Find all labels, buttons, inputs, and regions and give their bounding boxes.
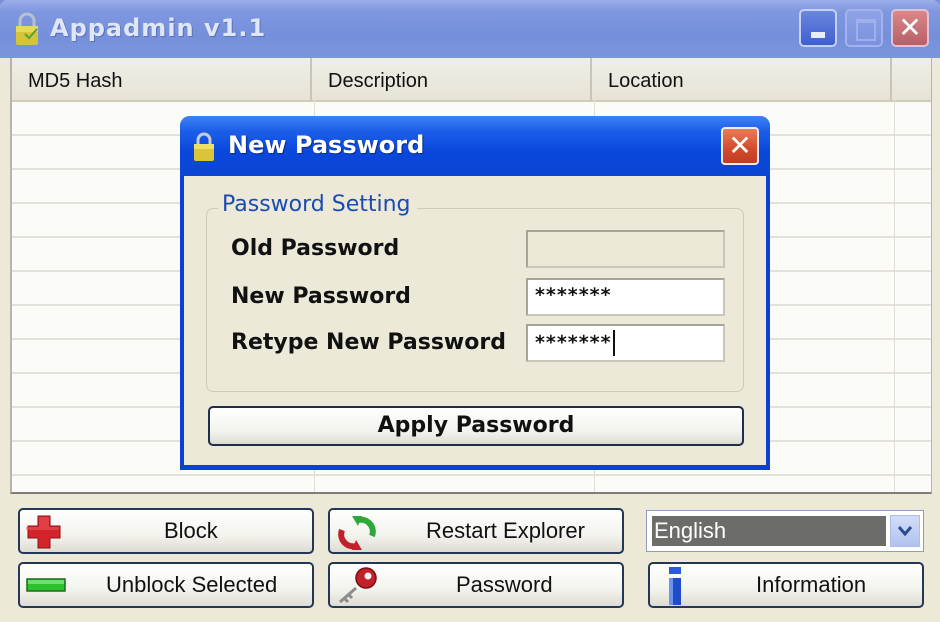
maximize-icon [856, 19, 876, 41]
password-button[interactable]: Password [328, 562, 624, 608]
close-icon: ✕ [898, 11, 922, 44]
language-selected-value: English [652, 516, 886, 546]
chevron-down-icon [897, 526, 913, 537]
password-setting-title: Password Setting [218, 192, 417, 217]
text-caret [612, 330, 615, 356]
dialog-title-bar[interactable]: New Password ✕ [180, 116, 770, 176]
restart-explorer-button[interactable]: Restart Explorer [328, 508, 624, 554]
block-label: Block [164, 518, 218, 543]
maximize-button[interactable] [845, 9, 883, 47]
new-password-label: New Password [231, 284, 411, 309]
key-icon [339, 567, 377, 604]
password-label: Password [456, 572, 553, 597]
title-bar[interactable]: Appadmin v1.1 ✕ [0, 0, 940, 58]
refresh-arrows-icon [338, 516, 376, 550]
list-header: MD5 Hash Description Location [12, 58, 931, 102]
language-dropdown-button[interactable] [890, 515, 920, 547]
minimize-button[interactable] [799, 9, 837, 47]
column-divider [894, 100, 895, 492]
red-plus-icon [26, 515, 61, 549]
column-header-md5-hash[interactable]: MD5 Hash [12, 58, 312, 100]
dialog-body: Password Setting Old Password New Passwo… [184, 176, 766, 465]
information-label: Information [756, 572, 867, 597]
restart-explorer-label: Restart Explorer [426, 518, 585, 543]
new-password-value: ******* [535, 284, 612, 306]
retype-password-value: ******* [535, 331, 612, 354]
information-button[interactable]: Information [648, 562, 924, 608]
language-select[interactable]: English [646, 510, 924, 552]
close-icon: ✕ [728, 129, 752, 162]
unblock-selected-label: Unblock Selected [106, 572, 278, 597]
apply-password-button[interactable]: Apply Password [208, 406, 744, 446]
retype-password-label: Retype New Password [231, 330, 506, 355]
window-title: Appadmin v1.1 [50, 14, 267, 42]
block-button[interactable]: Block [18, 508, 314, 554]
green-minus-icon [26, 578, 66, 592]
appadmin-window: Appadmin v1.1 ✕ MD5 Hash Description Loc… [0, 0, 940, 622]
dialog-close-button[interactable]: ✕ [721, 127, 759, 165]
lock-icon [16, 12, 38, 45]
lock-icon [194, 132, 214, 161]
old-password-field[interactable] [526, 230, 725, 268]
column-header-description[interactable]: Description [312, 58, 592, 100]
column-header-location[interactable]: Location [592, 58, 892, 100]
old-password-label: Old Password [231, 236, 400, 261]
unblock-selected-button[interactable]: Unblock Selected [18, 562, 314, 608]
minimize-icon [811, 32, 825, 38]
dialog-title: New Password [228, 131, 425, 159]
retype-password-field[interactable]: ******* [526, 324, 725, 362]
row-divider [12, 474, 931, 476]
new-password-dialog: New Password ✕ Password Setting Old Pass… [180, 116, 770, 470]
new-password-field[interactable]: ******* [526, 278, 725, 316]
window-close-button[interactable]: ✕ [891, 9, 929, 47]
info-icon [669, 567, 681, 605]
